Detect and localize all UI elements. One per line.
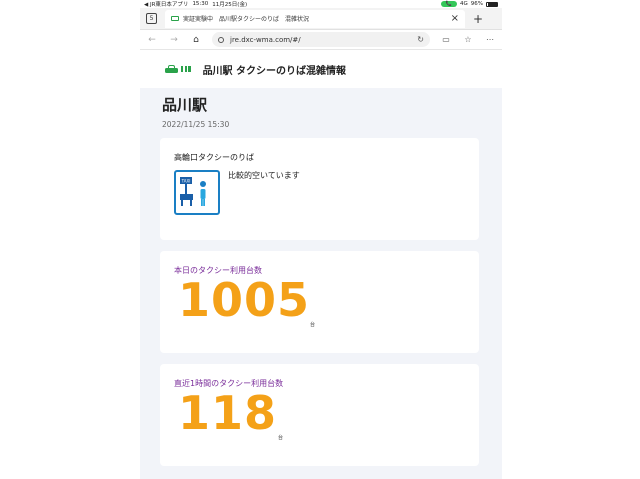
home-icon[interactable]: ⌂	[190, 35, 202, 45]
main-content: 品川駅 2022/11/25 15:30 高輪口タクシーのりば TAXI 比較的…	[140, 88, 502, 479]
address-bar: ← → ⌂ jre.dxc-wma.com/#/ ↻ ▭ ☆ ⋯	[140, 30, 502, 50]
back-arrow-icon[interactable]: ←	[146, 35, 158, 45]
today-usage-card: 本日のタクシー利用台数 1005 台	[160, 251, 479, 353]
reading-view-icon[interactable]: ▭	[440, 35, 452, 44]
new-tab-icon[interactable]: +	[473, 12, 483, 26]
taxi-sign-label: TAXI	[181, 179, 191, 184]
battery-percent: 96%	[470, 1, 483, 7]
hourly-usage-value: 118	[178, 386, 278, 440]
hourly-usage-card: 直近1時間のタクシー利用台数 118 台	[160, 364, 479, 466]
site-logo	[165, 64, 191, 74]
status-bar: ◀ JR東日本アプリ 15:30 11月25日(金) 📞 4G 96%	[140, 0, 502, 8]
taxi-stand-icon: TAXI	[174, 170, 220, 215]
station-name: 品川駅	[162, 96, 208, 114]
congestion-status: 比較的空いています	[228, 171, 300, 180]
stand-title: 高輪口タクシーのりば	[174, 153, 254, 162]
today-usage-value: 1005	[178, 273, 311, 327]
hourly-usage-unit: 台	[278, 435, 284, 441]
more-menu-icon[interactable]: ⋯	[484, 35, 496, 44]
tab-title: 実証実験中 品川駅タクシーのりば 混雑状況	[183, 16, 310, 23]
update-timestamp: 2022/11/25 15:30	[162, 120, 230, 129]
reload-icon[interactable]: ↻	[417, 35, 424, 44]
call-indicator-icon[interactable]: 📞	[441, 1, 457, 7]
tab-bar: 5 実証実験中 品川駅タクシーのりば 混雑状況 × +	[140, 8, 502, 30]
taxi-icon	[165, 64, 178, 74]
forward-arrow-icon[interactable]: →	[168, 35, 180, 45]
screen: ◀ JR東日本アプリ 15:30 11月25日(金) 📞 4G 96% 5 実証…	[0, 0, 640, 479]
tab-close-icon[interactable]: ×	[451, 13, 459, 24]
status-time: 15:30	[192, 1, 209, 7]
site-info-icon[interactable]	[218, 36, 224, 43]
back-to-app-link[interactable]: ◀ JR東日本アプリ	[144, 0, 188, 8]
favicon-icon	[171, 16, 179, 21]
status-date: 11月25日(金)	[212, 2, 248, 8]
tab-count-button[interactable]: 5	[146, 13, 157, 24]
today-usage-unit: 台	[310, 322, 316, 328]
url-field[interactable]: jre.dxc-wma.com/#/ ↻	[212, 32, 430, 47]
favorites-icon[interactable]: ☆	[462, 35, 474, 44]
stand-status-card: 高輪口タクシーのりば TAXI 比較的空いています	[160, 138, 479, 240]
url-text: jre.dxc-wma.com/#/	[230, 35, 301, 44]
network-type: 4G	[460, 1, 468, 7]
site-header: 品川駅 タクシーのりば混雑情報	[140, 51, 502, 87]
logo-bars-icon	[181, 66, 191, 72]
tab-active[interactable]: 実証実験中 品川駅タクシーのりば 混雑状況 ×	[165, 9, 465, 28]
site-title: 品川駅 タクシーのりば混雑情報	[202, 65, 347, 77]
battery-icon	[486, 1, 498, 7]
web-page: 品川駅 タクシーのりば混雑情報 品川駅 2022/11/25 15:30 高輪口…	[140, 51, 502, 479]
